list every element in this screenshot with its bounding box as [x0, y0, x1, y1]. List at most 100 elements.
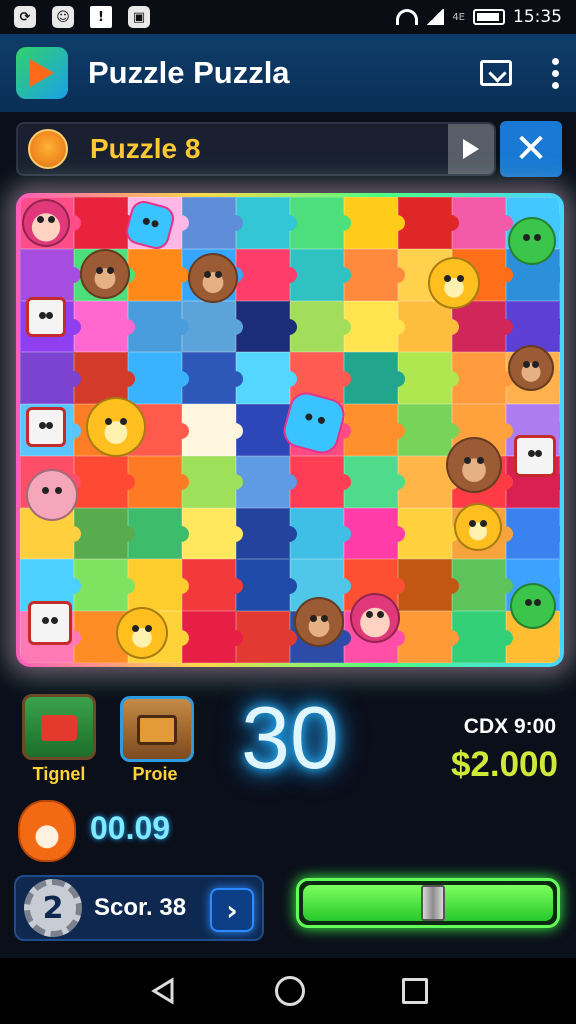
- close-button[interactable]: ✕: [500, 121, 562, 177]
- tractor-tool-button[interactable]: [22, 694, 96, 760]
- recents-icon[interactable]: [401, 978, 428, 1004]
- puzzle-tile[interactable]: [398, 197, 459, 249]
- puzzle-tile[interactable]: [182, 404, 243, 456]
- puzzle-tile[interactable]: [74, 300, 135, 353]
- puzzle-tile[interactable]: [452, 559, 513, 612]
- puzzle-tile[interactable]: [236, 611, 297, 663]
- puzzle-tile[interactable]: [74, 559, 135, 612]
- girl-icon: [350, 593, 400, 643]
- cast-icon[interactable]: [480, 60, 512, 86]
- puzzle-tile[interactable]: [236, 507, 297, 560]
- bear-icon: [294, 597, 344, 647]
- play-button[interactable]: [448, 124, 494, 174]
- bear-icon: [80, 249, 130, 299]
- clock: 15:35: [513, 7, 562, 27]
- back-icon[interactable]: [148, 976, 178, 1006]
- puzzle-tile[interactable]: [182, 455, 243, 508]
- money-balance: $2.000: [450, 745, 558, 784]
- puzzle-tile[interactable]: [452, 300, 513, 353]
- puzzle-tile[interactable]: [182, 507, 243, 560]
- puzzle-tile[interactable]: [398, 507, 459, 560]
- chest-icon: [137, 715, 177, 745]
- puzzle-tile[interactable]: [344, 404, 405, 456]
- progress-slider[interactable]: [296, 878, 560, 928]
- puzzle-tile[interactable]: [128, 559, 189, 612]
- app-bar: Puzzle Puzzla: [0, 34, 576, 112]
- girl-icon: [22, 199, 70, 247]
- puzzle-tile[interactable]: [398, 455, 459, 508]
- puzzle-board[interactable]: [20, 197, 560, 663]
- puzzle-tile[interactable]: [344, 248, 405, 301]
- puzzle-tile[interactable]: [236, 248, 297, 301]
- chick-icon: [116, 607, 168, 659]
- cube-icon: [26, 297, 66, 337]
- app-title: Puzzle Puzzla: [88, 55, 290, 90]
- puzzle-tile[interactable]: [290, 197, 351, 249]
- lion-avatar-icon: [28, 129, 68, 169]
- avatar-status-icon: ☺: [52, 6, 74, 28]
- puzzle-tile[interactable]: [398, 611, 459, 663]
- play-icon: [463, 139, 479, 159]
- puzzle-tile[interactable]: [236, 404, 297, 456]
- tractor-icon: [41, 715, 77, 741]
- puzzle-tile[interactable]: [452, 611, 513, 663]
- puzzle-tile[interactable]: [128, 300, 189, 353]
- wifi-icon: [396, 9, 419, 25]
- puzzle-tile[interactable]: [182, 197, 243, 249]
- puzzle-tile[interactable]: [290, 248, 351, 301]
- puzzle-tile[interactable]: [128, 507, 189, 560]
- chick-icon: [86, 397, 146, 457]
- message-icon: ▣: [128, 6, 150, 28]
- slider-thumb[interactable]: [421, 885, 445, 921]
- signal-icon: [426, 9, 445, 25]
- phone-icon: [28, 601, 72, 645]
- puzzle-tile[interactable]: [344, 455, 405, 508]
- puzzle-tile[interactable]: [128, 352, 189, 405]
- puzzle-tile[interactable]: [128, 455, 189, 508]
- puzzle-tile[interactable]: [290, 455, 351, 508]
- level-badge: 2: [24, 879, 82, 937]
- puzzle-tile[interactable]: [236, 300, 297, 353]
- timer: 00.09: [90, 810, 171, 846]
- chest-tool-button[interactable]: [120, 696, 194, 762]
- puzzle-tile[interactable]: [344, 507, 405, 560]
- puzzle-tile[interactable]: [398, 404, 459, 456]
- puzzle-tile[interactable]: [182, 611, 243, 663]
- puzzle-board-frame: [16, 193, 564, 667]
- network-label: 4E: [452, 11, 465, 23]
- puzzle-tile[interactable]: [74, 197, 135, 249]
- puzzle-tile[interactable]: [74, 507, 135, 560]
- puzzle-tile[interactable]: [20, 248, 81, 301]
- more-vert-icon[interactable]: [552, 57, 560, 89]
- puzzle-tile[interactable]: [236, 197, 297, 249]
- puzzle-tile[interactable]: [344, 197, 405, 249]
- puzzle-tile[interactable]: [506, 507, 560, 560]
- puzzle-tile[interactable]: [236, 455, 297, 508]
- battery-icon: [473, 9, 505, 25]
- frog-icon: [510, 583, 556, 629]
- puzzle-tile[interactable]: [182, 352, 243, 405]
- chick-icon: [428, 257, 480, 309]
- puzzle-tile[interactable]: [398, 352, 459, 405]
- puzzle-tile[interactable]: [344, 300, 405, 353]
- puzzle-tile[interactable]: [290, 300, 351, 353]
- puzzle-tile[interactable]: [398, 300, 459, 353]
- puzzle-tile[interactable]: [290, 507, 351, 560]
- next-button[interactable]: ›: [210, 888, 254, 932]
- puzzle-tile[interactable]: [452, 352, 513, 405]
- home-icon[interactable]: [274, 976, 305, 1006]
- puzzle-tile[interactable]: [128, 248, 189, 301]
- puzzle-tile[interactable]: [398, 559, 459, 612]
- status-icons: ⟳ ☺ ! ▣: [14, 6, 150, 28]
- puzzle-tile[interactable]: [20, 352, 81, 405]
- chevron-right-icon: ›: [226, 893, 238, 927]
- puzzle-tile[interactable]: [182, 300, 243, 353]
- puzzle-tile[interactable]: [236, 559, 297, 612]
- currency-label: CDX 9:00: [463, 715, 556, 738]
- puzzle-tile[interactable]: [344, 352, 405, 405]
- bear-icon: [26, 469, 78, 521]
- puzzle-tile[interactable]: [74, 455, 135, 508]
- puzzle-tile[interactable]: [182, 559, 243, 612]
- puzzle-tile[interactable]: [236, 352, 297, 405]
- puzzle-tile[interactable]: [452, 197, 513, 249]
